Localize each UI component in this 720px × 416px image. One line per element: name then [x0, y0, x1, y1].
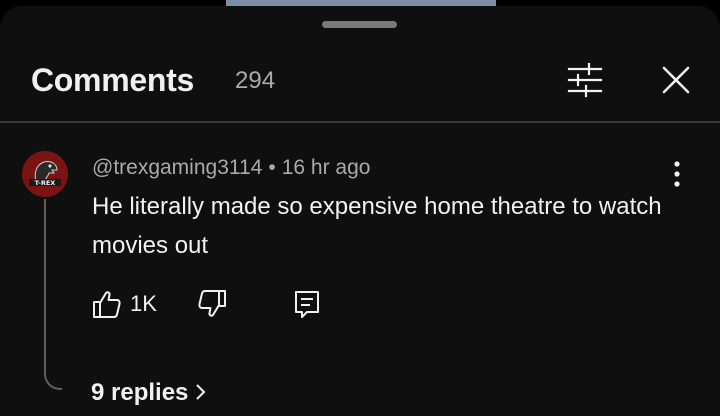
header-divider: [0, 121, 720, 123]
comments-title: Comments: [31, 62, 194, 98]
comment-author[interactable]: @trexgaming3114: [92, 156, 262, 179]
sort-filter-button[interactable]: [564, 60, 606, 100]
meta-separator: •: [268, 156, 276, 179]
thumb-down-icon: [198, 290, 226, 317]
comment-text: He literally made so expensive home thea…: [92, 193, 662, 259]
sliders-icon: [567, 62, 603, 98]
reply-thread-line: [44, 199, 62, 390]
close-button[interactable]: [656, 60, 696, 100]
comments-count: 294: [235, 67, 276, 94]
view-replies-link[interactable]: 9 replies: [91, 378, 208, 408]
reply-comment-icon: [295, 291, 319, 318]
like-count: 1K: [130, 291, 157, 316]
svg-text:T-REX: T-REX: [35, 179, 56, 187]
more-vert-icon: [674, 161, 680, 187]
dislike-button[interactable]: [196, 288, 228, 320]
comment-time: 16 hr ago: [281, 156, 371, 179]
chevron-right-icon: [196, 384, 206, 400]
like-button[interactable]: [91, 288, 123, 320]
replies-label: 9 replies: [91, 379, 189, 406]
comment-meta: @trexgaming3114 • 16 hr ago: [92, 154, 370, 182]
drag-handle[interactable]: [322, 21, 397, 28]
more-options-button[interactable]: [662, 158, 692, 190]
trex-avatar-logo: T-REX: [22, 151, 68, 197]
thumb-up-icon: [93, 291, 121, 318]
avatar[interactable]: T-REX: [22, 151, 68, 197]
close-icon: [662, 66, 690, 94]
comments-sheet: Comments 294 T-REX @trexgaming3114 • 16 …: [0, 6, 720, 416]
reply-button[interactable]: [292, 288, 322, 320]
